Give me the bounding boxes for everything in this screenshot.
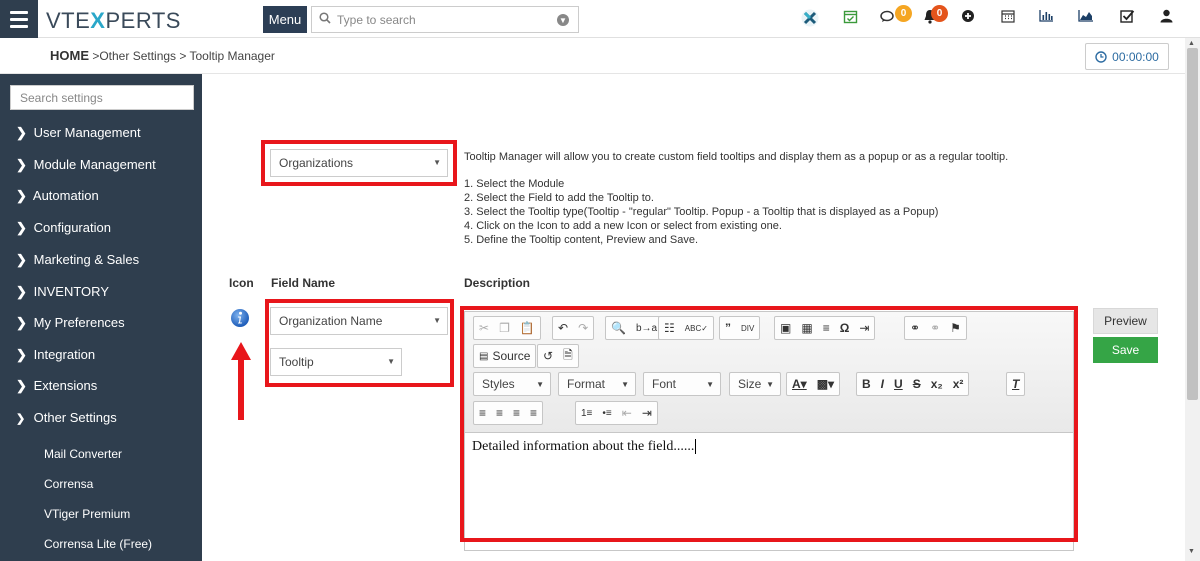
bell-badge: 0 <box>931 5 948 22</box>
save-button[interactable]: Save <box>1093 337 1158 363</box>
breadcrumb-home[interactable]: HOME <box>50 48 89 63</box>
sidebar-item-label: Extensions <box>33 378 98 393</box>
bar-chart-icon[interactable] <box>1036 9 1056 26</box>
settings-search-input[interactable]: Search settings <box>10 85 194 110</box>
chevron-right-icon: ❯ <box>16 220 27 235</box>
search-icon <box>319 12 331 27</box>
icon-column-header: Icon <box>229 276 254 290</box>
scrollbar-thumb[interactable] <box>1187 48 1198 400</box>
step-2: 2. Select the Field to add the Tooltip t… <box>464 192 654 204</box>
sidebar-item-configuration[interactable]: ❯ Configuration <box>16 220 111 236</box>
sidebar-item-label: INVENTORY <box>33 284 109 299</box>
sidebar-item-label: Other Settings <box>33 410 117 425</box>
sidebar-item-label: Integration <box>33 347 96 362</box>
settings-search-placeholder: Search settings <box>20 90 103 105</box>
info-icon[interactable] <box>230 308 250 331</box>
sidebar-item-other-settings[interactable]: ❯ Other Settings <box>16 410 117 425</box>
sidebar-item-label: Automation <box>32 188 99 203</box>
plus-circle-icon[interactable] <box>958 9 978 27</box>
sidebar-item-label: Marketing & Sales <box>33 252 140 267</box>
sidebar-subitem-vtiger-premium[interactable]: VTiger Premium <box>44 507 130 521</box>
calendar-check-icon[interactable] <box>840 9 860 28</box>
highlight-field-select <box>265 299 454 387</box>
sidebar-subitem-corrensa-lite[interactable]: Corrensa Lite (Free) <box>44 537 152 551</box>
menu-button[interactable]: Menu <box>263 6 307 33</box>
highlight-module-select <box>261 140 457 186</box>
sidebar-item-label: Configuration <box>33 220 111 235</box>
sidebar-item-label: Module Management <box>33 157 156 172</box>
search-options-icon[interactable]: ▼ <box>557 14 569 26</box>
chevron-down-icon: ❯ <box>16 413 26 425</box>
user-icon[interactable] <box>1156 9 1176 27</box>
sidebar-item-extensions[interactable]: ❯ Extensions <box>16 378 97 394</box>
red-arrow-up-icon <box>229 340 253 425</box>
comments-badge: 0 <box>895 5 912 22</box>
chevron-right-icon: ❯ <box>16 347 27 362</box>
area-chart-icon[interactable] <box>1076 9 1096 26</box>
field-name-column-header: Field Name <box>271 276 336 290</box>
step-5: 5. Define the Tooltip content, Preview a… <box>464 234 698 246</box>
tooltip-manager-description: Tooltip Manager will allow you to create… <box>464 151 1009 163</box>
global-search-input[interactable]: Type to search ▼ <box>311 6 579 33</box>
clock-icon <box>1095 50 1107 63</box>
preview-button[interactable]: Preview <box>1093 308 1158 334</box>
sidebar-subitem-corrensa[interactable]: Corrensa <box>44 477 93 491</box>
search-placeholder: Type to search <box>337 12 416 27</box>
step-1: 1. Select the Module <box>464 178 565 190</box>
breadcrumb: HOME >Other Settings > Tooltip Manager <box>50 48 275 63</box>
sidebar-item-integration[interactable]: ❯ Integration <box>16 347 95 363</box>
scroll-down-icon[interactable]: ▼ <box>1188 548 1195 555</box>
checkbox-icon[interactable] <box>1117 9 1137 28</box>
chevron-right-icon: ❯ <box>16 378 27 393</box>
sidebar-item-marketing-sales[interactable]: ❯ Marketing & Sales <box>16 252 139 268</box>
timer-value: 00:00:00 <box>1112 49 1159 64</box>
description-column-header: Description <box>464 276 531 290</box>
chevron-right-icon: ❯ <box>16 188 27 203</box>
timer-button[interactable]: 00:00:00 <box>1085 43 1169 70</box>
sidebar-item-inventory[interactable]: ❯ INVENTORY <box>16 284 109 300</box>
breadcrumb-bar: HOME >Other Settings > Tooltip Manager <box>0 38 1200 74</box>
step-4: 4. Click on the Icon to add a new Icon o… <box>464 220 782 232</box>
app-logo[interactable]: VTEXPERTS <box>46 8 181 34</box>
sidebar-subitem-mail-converter[interactable]: Mail Converter <box>44 447 122 461</box>
highlight-editor <box>460 306 1078 542</box>
step-3: 3. Select the Tooltip type(Tooltip - "re… <box>464 206 939 218</box>
sidebar-item-user-management[interactable]: ❯ User Management <box>16 125 141 141</box>
chevron-right-icon: ❯ <box>16 125 27 140</box>
chevron-right-icon: ❯ <box>16 315 27 330</box>
sidebar-item-my-preferences[interactable]: ❯ My Preferences <box>16 315 125 331</box>
sidebar-item-module-management[interactable]: ❯ Module Management <box>16 157 156 173</box>
sidebar-item-automation[interactable]: ❯ Automation <box>16 188 99 204</box>
chevron-right-icon: ❯ <box>16 284 27 299</box>
chevron-right-icon: ❯ <box>16 157 27 172</box>
vtx-x-icon[interactable] <box>800 9 820 31</box>
calendar-icon[interactable] <box>998 9 1018 27</box>
chevron-right-icon: ❯ <box>16 252 27 267</box>
sidebar-item-label: User Management <box>33 125 141 140</box>
sidebar-item-label: My Preferences <box>33 315 125 330</box>
breadcrumb-path[interactable]: >Other Settings > Tooltip Manager <box>89 49 275 63</box>
top-bar: VTEXPERTS Menu Type to search ▼ 0 0 <box>0 0 1200 38</box>
hamburger-menu-icon[interactable] <box>0 0 38 38</box>
scroll-up-icon[interactable]: ▲ <box>1188 40 1195 47</box>
